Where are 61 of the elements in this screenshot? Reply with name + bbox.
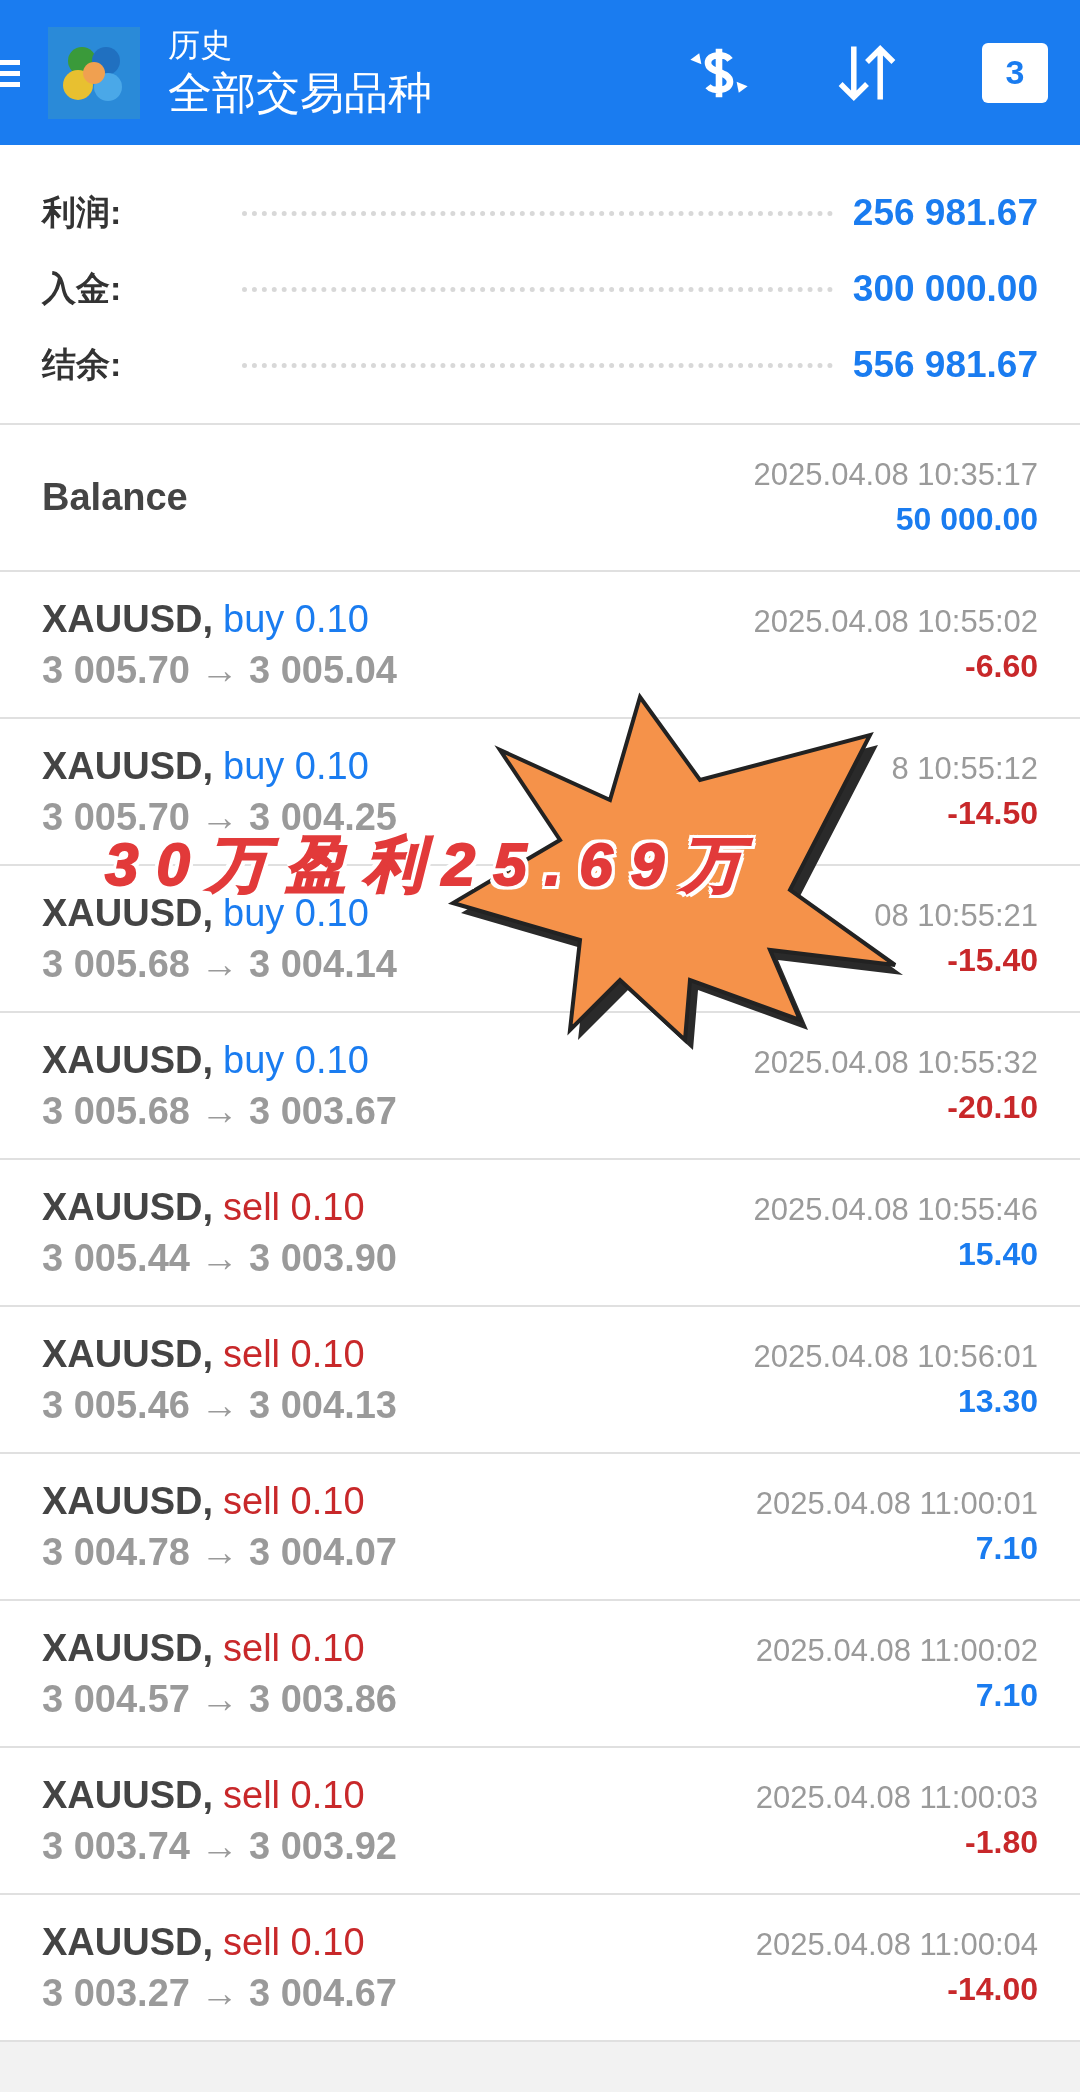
trade-side: buy 0.10	[223, 1038, 369, 1082]
trade-prices: 3 005.68 → 3 003.67	[42, 1089, 397, 1133]
balance-amount: 50 000.00	[895, 501, 1038, 538]
header-subtitle: 历史	[168, 25, 233, 65]
summary-label: 入金:	[42, 268, 123, 309]
trade-side: sell 0.10	[223, 1773, 365, 1817]
trade-time: 2025.04.08 11:00:03	[755, 1780, 1038, 1816]
trade-symbol: XAUUSD,	[42, 744, 214, 788]
trade-side: sell 0.10	[223, 1185, 365, 1229]
trade-time: 2025.04.08 10:56:01	[753, 1339, 1038, 1375]
trade-time: 2025.04.08 10:55:02	[753, 604, 1038, 640]
trade-symbol: XAUUSD,	[42, 1038, 214, 1082]
trade-profit: -15.40	[947, 942, 1038, 979]
trade-time: 08 10:55:21	[874, 898, 1038, 934]
trade-side: sell 0.10	[223, 1479, 365, 1523]
trade-side: sell 0.10	[223, 1920, 365, 1964]
trade-symbol: XAUUSD,	[42, 1479, 214, 1523]
trade-profit: -6.60	[965, 648, 1038, 685]
menu-icon[interactable]	[0, 57, 20, 88]
deal-time: 2025.04.08 10:35:17	[753, 457, 1038, 493]
trade-symbol: XAUUSD,	[42, 597, 214, 641]
trade-side: buy 0.10	[223, 744, 369, 788]
trade-profit: -1.80	[965, 1824, 1038, 1861]
trade-profit: 15.40	[957, 1236, 1038, 1273]
trade-side: sell 0.10	[223, 1626, 365, 1670]
trade-prices: 3 003.27 → 3 004.67	[42, 1971, 397, 2015]
trade-side: buy 0.10	[223, 597, 369, 641]
trade-time: 2025.04.08 10:55:32	[753, 1045, 1038, 1081]
trade-prices: 3 004.57 → 3 003.86	[42, 1677, 397, 1721]
trade-time: 2025.04.08 10:55:46	[753, 1192, 1038, 1228]
summary-label: 结余:	[42, 344, 123, 385]
trade-symbol: XAUUSD,	[42, 1626, 214, 1670]
summary-value: 300 000.00	[852, 268, 1038, 310]
balance-label: Balance	[42, 476, 188, 519]
trade-symbol: XAUUSD,	[42, 1185, 214, 1229]
trade-profit: -20.10	[947, 1089, 1038, 1126]
trade-prices: 3 005.44 → 3 003.90	[42, 1236, 397, 1280]
trade-profit: 13.30	[957, 1383, 1038, 1420]
trade-profit: -14.50	[947, 795, 1038, 832]
trade-prices: 3 004.78 → 3 004.07	[42, 1530, 397, 1574]
summary-value: 556 981.67	[852, 344, 1038, 386]
trade-side: sell 0.10	[223, 1332, 365, 1376]
trade-symbol: XAUUSD,	[42, 1920, 214, 1964]
calendar-icon[interactable]: 3	[982, 42, 1048, 103]
trade-time: 2025.04.08 11:00:02	[755, 1633, 1038, 1669]
header-title[interactable]: 全部交易品种	[168, 64, 432, 121]
trade-profit: 7.10	[975, 1677, 1038, 1714]
summary-value: 256 981.67	[852, 192, 1038, 234]
trade-prices: 3 003.74 → 3 003.92	[42, 1824, 397, 1868]
trade-profit: -14.00	[947, 1971, 1038, 2008]
trade-symbol: XAUUSD,	[42, 1773, 214, 1817]
trade-symbol: XAUUSD,	[42, 1332, 214, 1376]
trade-prices: 3 005.68 → 3 004.14	[42, 942, 397, 986]
summary-label: 利润:	[42, 192, 123, 233]
trade-profit: 7.10	[975, 1530, 1038, 1567]
trade-time: 2025.04.08 11:00:04	[755, 1927, 1038, 1963]
trade-time: 8 10:55:12	[891, 751, 1038, 787]
app-logo-icon	[48, 26, 140, 119]
trade-prices: 3 005.70 → 3 005.04	[42, 648, 397, 692]
trade-time: 2025.04.08 11:00:01	[755, 1486, 1038, 1522]
trade-prices: 3 005.46 → 3 004.13	[42, 1383, 397, 1427]
